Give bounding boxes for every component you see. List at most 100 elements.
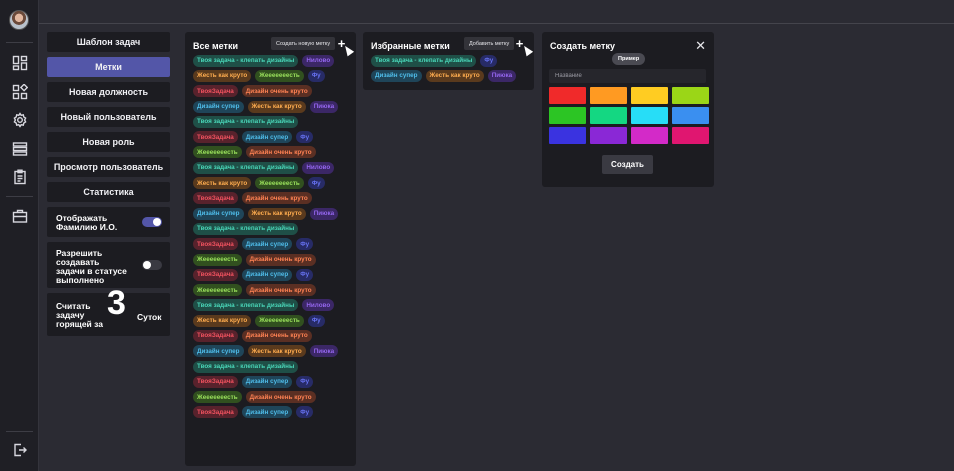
tag-chip[interactable]: Пиюка [487, 69, 517, 82]
menu-item-new-user[interactable]: Новый пользователь [47, 107, 170, 127]
tag-chip[interactable]: Фу [296, 406, 314, 419]
add-favorite-tag-button[interactable]: Добавить метку [464, 37, 515, 50]
tag-chip[interactable]: Фу [296, 131, 314, 144]
color-swatch[interactable] [549, 107, 586, 124]
color-swatch[interactable] [590, 127, 627, 144]
tag-row: ТвояЗадача Дизайн супер Фу [193, 237, 353, 252]
tag-chip[interactable]: Дизайн очень круто [245, 253, 316, 266]
tag-chip[interactable]: Жесть как круто [425, 69, 484, 82]
tag-chip[interactable]: Дизайн очень круто [245, 146, 316, 159]
tag-chip[interactable]: Жееееееесть [255, 69, 304, 82]
tag-chip[interactable]: Жесть как круто [193, 177, 252, 190]
tag-chip[interactable]: Фу [296, 375, 314, 388]
tag-chip[interactable]: Фу [307, 314, 325, 327]
tag-chip[interactable]: Жееееееесть [193, 391, 242, 404]
close-icon[interactable]: ✕ [695, 39, 706, 52]
tag-chip[interactable]: Дизайн супер [241, 406, 293, 419]
tag-row: ТвояЗадача Дизайн супер Фу [193, 129, 353, 144]
color-swatch[interactable] [672, 107, 709, 124]
tag-chip[interactable]: Дизайн супер [241, 238, 293, 251]
tag-chip[interactable]: Жесть как круто [247, 207, 306, 220]
tag-chip[interactable]: ТвояЗадача [193, 329, 238, 342]
color-swatch[interactable] [590, 107, 627, 124]
tag-chip[interactable]: Дизайн супер [193, 100, 244, 113]
tag-chip[interactable]: Дизайн супер [371, 69, 422, 82]
tag-chip[interactable]: ТвояЗадача [193, 268, 238, 281]
tag-chip[interactable]: Жееееееесть [255, 177, 304, 190]
tag-row: Твоя задача - клепать дизайны Нилово [193, 160, 353, 175]
tag-chip[interactable]: ТвояЗадача [193, 375, 238, 388]
tag-chip[interactable]: Пиюка [309, 345, 339, 358]
tag-chip[interactable]: Дизайн очень круто [245, 284, 316, 297]
tag-chip[interactable]: Нилово [302, 54, 335, 67]
tag-chip[interactable]: Дизайн супер [241, 375, 293, 388]
tag-chip[interactable]: Пиюка [309, 207, 339, 220]
tag-chip[interactable]: Твоя задача - клепать дизайны [193, 161, 299, 174]
list-icon[interactable] [12, 141, 28, 157]
dashboard-icon[interactable] [12, 55, 28, 71]
menu-item-new-position[interactable]: Новая должность [47, 82, 170, 102]
widgets-icon[interactable] [12, 83, 29, 100]
menu-item-view-user[interactable]: Просмотр пользователь [47, 157, 170, 177]
tag-chip[interactable]: Твоя задача - клепать дизайны [193, 222, 299, 235]
color-swatch[interactable] [590, 87, 627, 104]
tag-chip[interactable]: Дизайн супер [241, 131, 293, 144]
color-swatch[interactable] [549, 87, 586, 104]
color-swatch[interactable] [631, 127, 668, 144]
tag-chip[interactable]: Жееееееесть [193, 146, 242, 159]
tag-chip[interactable]: Дизайн супер [241, 268, 293, 281]
tag-chip[interactable]: Фу [480, 54, 498, 67]
tag-chip[interactable]: Твоя задача - клепать дизайны [371, 54, 477, 67]
tag-chip[interactable]: Твоя задача - клепать дизайны [193, 115, 299, 128]
tag-chip[interactable]: Твоя задача - клепать дизайны [193, 299, 299, 312]
menu-item-statistics[interactable]: Статистика [47, 182, 170, 202]
tag-chip[interactable]: Дизайн очень круто [241, 192, 312, 205]
color-swatch[interactable] [672, 127, 709, 144]
tag-chip[interactable]: Жесть как круто [247, 100, 306, 113]
tag-chip[interactable]: Нилово [302, 161, 335, 174]
user-avatar[interactable] [9, 10, 29, 30]
color-swatch[interactable] [672, 87, 709, 104]
clipboard-icon[interactable] [12, 169, 28, 185]
tag-chip[interactable]: ТвояЗадача [193, 192, 238, 205]
color-swatch[interactable] [631, 87, 668, 104]
menu-item-new-role[interactable]: Новая роль [47, 132, 170, 152]
tag-chip[interactable]: Дизайн супер [193, 345, 244, 358]
tag-chip[interactable]: ТвояЗадача [193, 406, 238, 419]
color-swatch[interactable] [631, 107, 668, 124]
tag-chip[interactable]: Жееееееесть [193, 284, 242, 297]
tag-chip[interactable]: Дизайн супер [193, 207, 244, 220]
tag-chip[interactable]: Фу [296, 238, 314, 251]
tag-chip[interactable]: Твоя задача - клепать дизайны [193, 54, 299, 67]
tag-chip[interactable]: Дизайн очень круто [241, 85, 312, 98]
settings-icon[interactable] [12, 112, 28, 128]
tag-chip[interactable]: Дизайн очень круто [245, 391, 316, 404]
tag-chip[interactable]: Жееееееесть [255, 314, 304, 327]
menu-item-tags[interactable]: Метки [47, 57, 170, 77]
tag-chip[interactable]: Нилово [302, 299, 335, 312]
burning-days-value[interactable]: 3 [107, 286, 126, 320]
tag-chip[interactable]: ТвояЗадача [193, 238, 238, 251]
show-fio-toggle[interactable] [142, 217, 162, 227]
tag-name-input[interactable] [549, 69, 706, 83]
create-new-tag-button[interactable]: Создать новую метку [271, 37, 336, 50]
tag-chip[interactable]: Жесть как круто [193, 69, 252, 82]
tag-chip[interactable]: Жесть как круто [247, 345, 306, 358]
logout-icon[interactable] [12, 442, 28, 458]
tag-row: ТвояЗадача Дизайн супер Фу [193, 267, 353, 282]
allow-create-done-toggle[interactable] [142, 260, 162, 270]
tag-chip[interactable]: ТвояЗадача [193, 131, 238, 144]
briefcase-icon[interactable] [12, 208, 28, 224]
tag-chip[interactable]: Пиюка [309, 100, 339, 113]
color-swatch[interactable] [549, 127, 586, 144]
menu-item-task-templates[interactable]: Шаблон задач [47, 32, 170, 52]
tag-chip[interactable]: Дизайн очень круто [241, 329, 312, 342]
tag-chip[interactable]: Фу [307, 177, 325, 190]
tag-chip[interactable]: Жесть как круто [193, 314, 252, 327]
tag-chip[interactable]: Жееееееесть [193, 253, 242, 266]
tag-chip[interactable]: Фу [296, 268, 314, 281]
tag-chip[interactable]: Твоя задача - клепать дизайны [193, 360, 299, 373]
tag-chip[interactable]: ТвояЗадача [193, 85, 238, 98]
tag-chip[interactable]: Фу [307, 69, 325, 82]
create-tag-button[interactable]: Создать [602, 155, 653, 174]
